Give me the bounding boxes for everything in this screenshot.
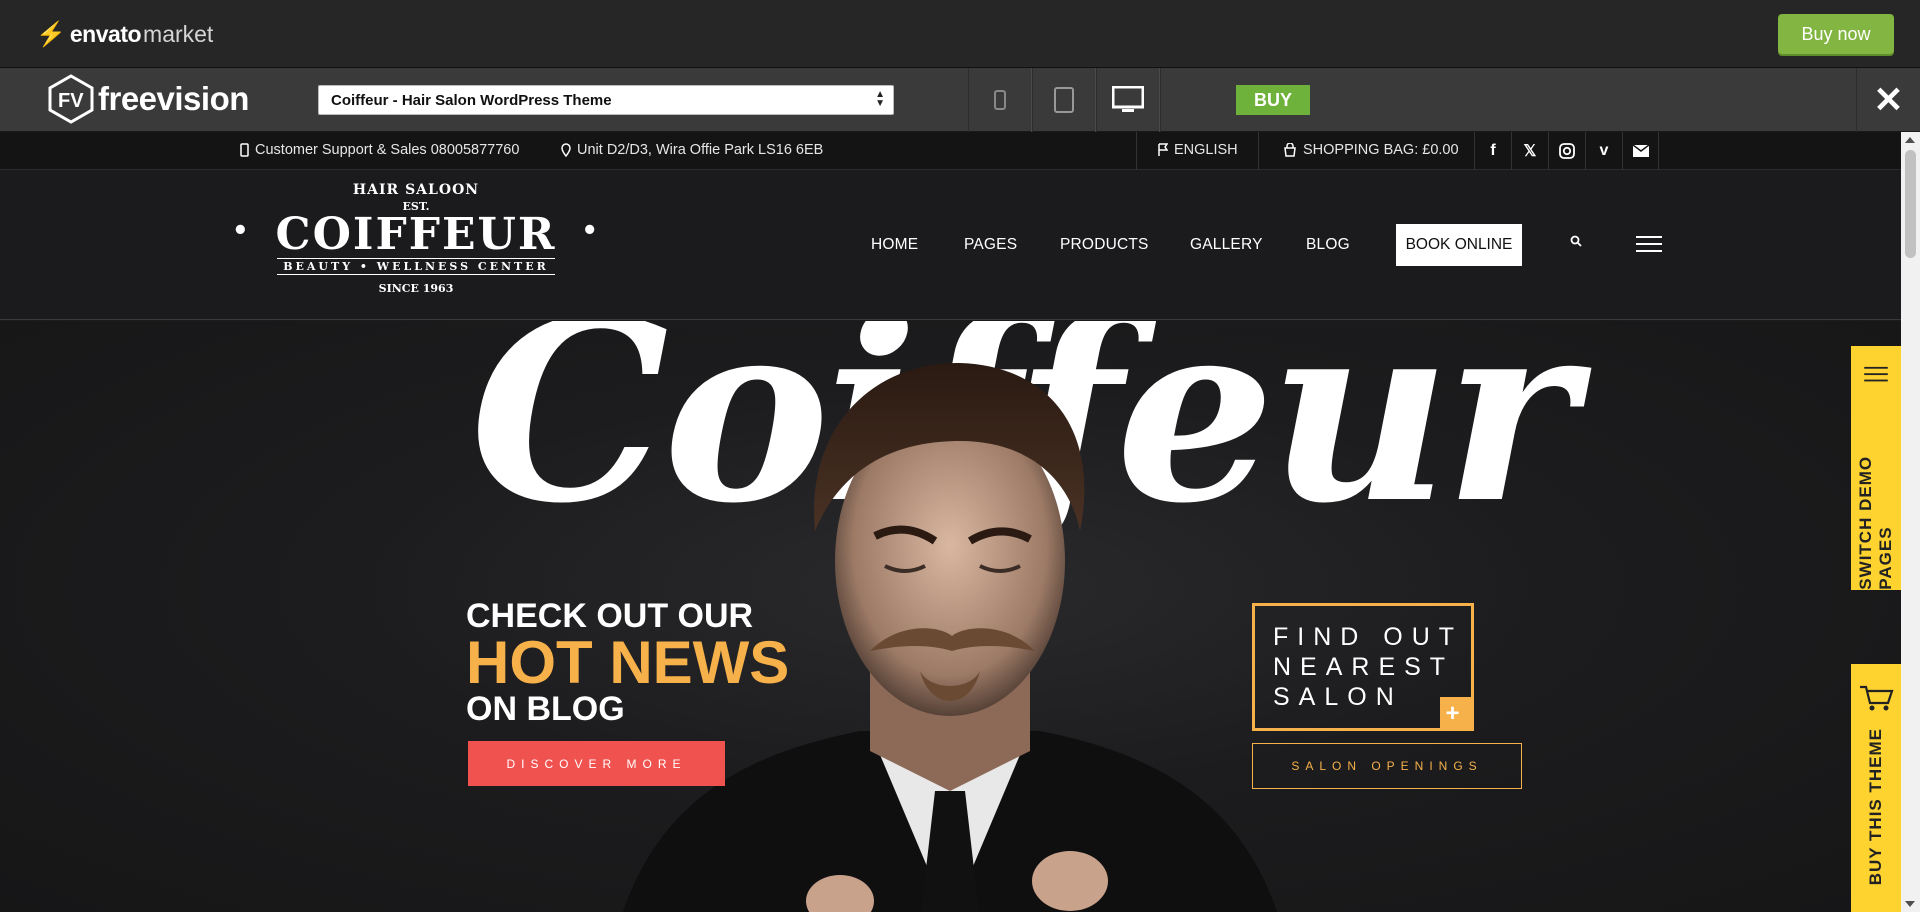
hero-section: Coiffeur bbox=[0, 321, 1901, 912]
shopping-bag-label: SHOPPING BAG: £0.00 bbox=[1303, 142, 1459, 158]
hot-news-heading: CHECK OUT OUR HOT NEWS ON BLOG bbox=[466, 597, 789, 729]
logo-name: COIFFEUR bbox=[232, 209, 600, 257]
shopping-bag[interactable]: SHOPPING BAG: £0.00 bbox=[1283, 142, 1459, 158]
site-preview: Customer Support & Sales 08005877760 Uni… bbox=[0, 132, 1901, 912]
flag-icon bbox=[1158, 143, 1168, 156]
device-tablet-button[interactable] bbox=[1032, 68, 1096, 132]
site-topbar: Customer Support & Sales 08005877760 Uni… bbox=[0, 132, 1901, 170]
discover-more-button[interactable]: DISCOVER MORE bbox=[468, 741, 725, 786]
find-line1: FIND OUT bbox=[1273, 623, 1464, 651]
salon-openings-button[interactable]: SALON OPENINGS bbox=[1252, 743, 1522, 789]
select-arrows-icon: ▲ ▼ bbox=[875, 89, 885, 109]
freevision-bar: FV freevision Coiffeur - Hair Salon Word… bbox=[0, 68, 1920, 132]
menu-icon bbox=[1864, 366, 1888, 382]
email-icon[interactable] bbox=[1622, 132, 1659, 170]
envato-bar: ⚡ envato market Buy now bbox=[0, 0, 1920, 68]
divider bbox=[1258, 132, 1259, 170]
nav-blog[interactable]: BLOG bbox=[1306, 236, 1350, 254]
instagram-glyph bbox=[1559, 143, 1575, 159]
tablet-icon bbox=[1054, 87, 1074, 113]
freevision-logo[interactable]: FV freevision bbox=[48, 74, 249, 124]
close-icon[interactable]: ✕ bbox=[1856, 68, 1920, 132]
logo-saloon: HAIR SALOON bbox=[352, 182, 480, 198]
address-info: Unit D2/D3, Wira Offie Park LS16 6EB bbox=[561, 142, 823, 158]
buy-this-theme-label: BUY THIS THEME bbox=[1866, 728, 1885, 886]
device-mobile-button[interactable] bbox=[968, 68, 1032, 132]
theme-select-value: Coiffeur - Hair Salon WordPress Theme bbox=[331, 92, 612, 109]
switch-demo-pages-label: SWITCH DEMO PAGES bbox=[1856, 456, 1895, 590]
switch-demo-pages-tab[interactable]: SWITCH DEMO PAGES bbox=[1851, 346, 1901, 590]
freevision-mark-icon: FV bbox=[48, 74, 94, 124]
phone-icon bbox=[240, 143, 249, 157]
site-header: HAIR SALOON EST. COIFFEUR BEAUTY • WELLN… bbox=[0, 170, 1901, 320]
address-text: Unit D2/D3, Wira Offie Park LS16 6EB bbox=[577, 142, 824, 158]
envato-leaf-icon: ⚡ bbox=[36, 21, 66, 48]
menu-icon[interactable] bbox=[1636, 236, 1662, 257]
scrollbar[interactable] bbox=[1901, 132, 1920, 912]
theme-select[interactable]: Coiffeur - Hair Salon WordPress Theme ▲ ▼ bbox=[318, 85, 894, 115]
freevision-logo-text: freevision bbox=[98, 80, 249, 117]
instagram-icon[interactable] bbox=[1548, 132, 1585, 170]
cart-icon bbox=[1860, 685, 1894, 711]
buy-this-theme-tab[interactable]: BUY THIS THEME bbox=[1851, 664, 1901, 912]
logo-tagline: BEAUTY • WELLNESS CENTER bbox=[277, 258, 555, 275]
scroll-up-icon[interactable] bbox=[1905, 137, 1915, 143]
search-icon[interactable] bbox=[1570, 234, 1582, 252]
language-label: ENGLISH bbox=[1174, 142, 1238, 158]
hot-news-line2: HOT NEWS bbox=[466, 629, 790, 696]
map-pin-icon bbox=[561, 143, 571, 157]
nav-pages[interactable]: PAGES bbox=[964, 236, 1017, 254]
desktop-icon bbox=[1112, 86, 1144, 112]
scroll-down-icon[interactable] bbox=[1905, 901, 1915, 907]
support-info: Customer Support & Sales 08005877760 bbox=[240, 142, 519, 158]
book-online-button[interactable]: BOOK ONLINE bbox=[1396, 224, 1522, 266]
plus-icon[interactable]: + bbox=[1440, 697, 1474, 731]
x-twitter-icon[interactable]: 𝕏 bbox=[1511, 132, 1548, 170]
support-text: Customer Support & Sales 08005877760 bbox=[255, 142, 520, 158]
language-switcher[interactable]: ENGLISH bbox=[1158, 142, 1238, 158]
mobile-icon bbox=[994, 90, 1006, 110]
find-salon-box[interactable]: FIND OUT NEAREST SALON + bbox=[1252, 603, 1474, 731]
shopping-bag-icon bbox=[1284, 143, 1296, 157]
nav-gallery[interactable]: GALLERY bbox=[1190, 236, 1263, 254]
device-desktop-button[interactable] bbox=[1096, 68, 1160, 132]
envato-market-label: market bbox=[143, 21, 214, 47]
scrollbar-thumb[interactable] bbox=[1905, 150, 1916, 258]
nav-products[interactable]: PRODUCTS bbox=[1060, 236, 1149, 254]
buy-now-button[interactable]: Buy now bbox=[1778, 14, 1894, 54]
coiffeur-logo[interactable]: HAIR SALOON EST. COIFFEUR BEAUTY • WELLN… bbox=[232, 182, 600, 295]
divider bbox=[1136, 132, 1137, 170]
envelope-glyph bbox=[1632, 145, 1649, 157]
buy-button[interactable]: BUY bbox=[1236, 85, 1310, 115]
vimeo-icon[interactable]: v bbox=[1585, 132, 1622, 170]
find-line2: NEAREST bbox=[1273, 653, 1455, 681]
nav-home[interactable]: HOME bbox=[871, 236, 918, 254]
envato-logo[interactable]: ⚡ envato market bbox=[36, 20, 213, 49]
svg-text:FV: FV bbox=[58, 90, 84, 112]
envato-brand: envato bbox=[69, 21, 142, 47]
logo-since: SINCE 1963 bbox=[378, 282, 454, 295]
divider bbox=[1160, 68, 1161, 132]
facebook-icon[interactable]: f bbox=[1474, 132, 1511, 170]
